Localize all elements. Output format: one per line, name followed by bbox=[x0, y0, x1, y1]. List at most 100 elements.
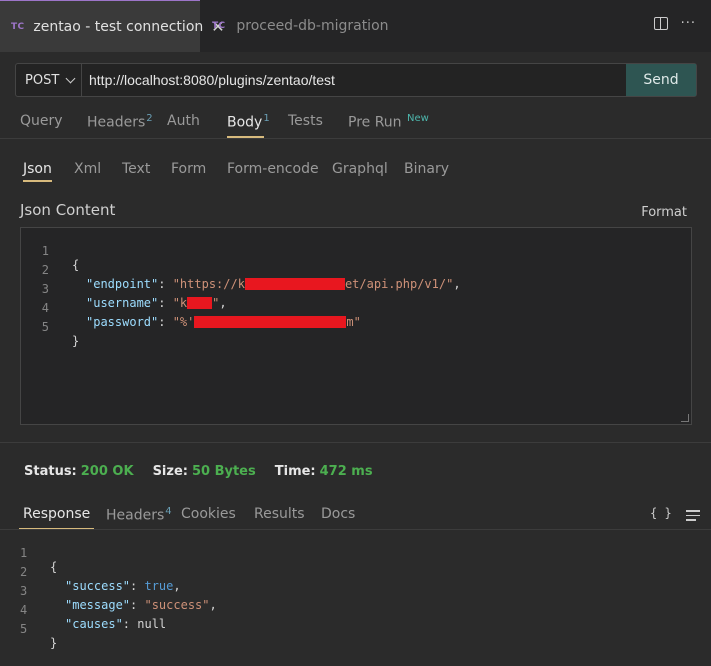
more-icon[interactable]: ··· bbox=[681, 17, 696, 30]
status-code: Status: 200 OK bbox=[24, 464, 134, 479]
code-text: "username": "k ", bbox=[86, 296, 227, 310]
code-line: 3 "username": "k ", bbox=[21, 268, 227, 310]
split-editor-icon[interactable] bbox=[653, 17, 668, 30]
tab-label: Cookies bbox=[181, 506, 236, 522]
divider bbox=[0, 138, 711, 139]
tab-label: Query bbox=[20, 113, 63, 129]
json-string: et/api.php/v1/" bbox=[344, 277, 454, 291]
code-line: 5 } bbox=[0, 608, 57, 650]
tab-tests[interactable]: Tests bbox=[288, 113, 323, 129]
tab-label: Headers bbox=[106, 507, 165, 524]
code-text: } bbox=[50, 636, 58, 650]
json-string: "success" bbox=[144, 598, 210, 612]
tab-label: Response bbox=[23, 506, 91, 522]
tab-count: 4 bbox=[165, 506, 172, 517]
code-text: "password": "%' m" bbox=[86, 315, 361, 329]
tab-pre-run[interactable]: Pre Run New bbox=[348, 113, 429, 131]
code-line: 1 { bbox=[0, 532, 57, 574]
code-line: 2 "success": true, bbox=[0, 551, 181, 593]
redaction-mark bbox=[187, 297, 213, 309]
tab-text[interactable]: Text bbox=[122, 161, 150, 177]
tab-label: Auth bbox=[167, 113, 200, 129]
tab-form[interactable]: Form bbox=[171, 161, 206, 177]
tab-label: Tests bbox=[288, 113, 323, 129]
tab-label: Results bbox=[254, 506, 305, 522]
code-line: 4 "causes": null bbox=[0, 589, 166, 631]
tab-auth[interactable]: Auth bbox=[167, 113, 200, 129]
tab-query[interactable]: Query bbox=[20, 113, 63, 129]
tab-label: Body bbox=[227, 114, 263, 131]
line-number: 5 bbox=[20, 622, 28, 636]
code-line: 1 { bbox=[21, 230, 79, 272]
editor-tab-bar: TC zentao - test connection ✕ TC proceed… bbox=[0, 0, 711, 52]
new-badge: New bbox=[407, 113, 429, 124]
tab-docs[interactable]: Docs bbox=[321, 506, 355, 522]
code-text: { bbox=[50, 560, 58, 574]
method-value: POST bbox=[25, 72, 60, 88]
tab-body[interactable]: Body1 bbox=[227, 113, 270, 138]
tab-form-encode[interactable]: Form-encode bbox=[227, 161, 319, 177]
line-number: 5 bbox=[41, 320, 49, 334]
tab-zentao-test-connection[interactable]: TC zentao - test connection ✕ bbox=[0, 0, 225, 52]
tab-count: 2 bbox=[146, 113, 153, 124]
time-label: Time: bbox=[274, 464, 316, 479]
tab-json[interactable]: Json bbox=[23, 161, 52, 182]
response-time: Time: 472 ms bbox=[275, 464, 373, 479]
redaction-mark bbox=[244, 278, 345, 290]
tab-results[interactable]: Results bbox=[254, 506, 305, 522]
code-line: 5 } bbox=[21, 306, 79, 348]
json-string: "k bbox=[172, 296, 188, 310]
method-select[interactable]: POST bbox=[16, 64, 82, 96]
tab-title: proceed-db-migration bbox=[236, 18, 389, 34]
json-string: " bbox=[212, 296, 220, 310]
word-wrap-icon[interactable] bbox=[686, 510, 700, 524]
code-line: 3 "message": "success", bbox=[0, 570, 217, 612]
tab-proceed-db-migration[interactable]: TC proceed-db-migration bbox=[200, 0, 389, 52]
code-text: "endpoint": "https://k et/api.php/v1/", bbox=[86, 277, 461, 291]
redaction-mark bbox=[194, 316, 347, 328]
json-string: "https://k bbox=[172, 277, 245, 291]
json-key: "message" bbox=[65, 598, 131, 612]
status-value: 200 OK bbox=[80, 464, 134, 479]
json-key: "password" bbox=[86, 315, 159, 329]
json-boolean: true bbox=[144, 579, 174, 593]
tab-response[interactable]: Response bbox=[18, 506, 95, 530]
response-status: Status: 200 OK Size: 50 Bytes Time: 472 ms bbox=[24, 464, 392, 479]
tab-count: 1 bbox=[263, 113, 270, 124]
tab-cookies[interactable]: Cookies bbox=[181, 506, 236, 522]
chevron-down-icon bbox=[65, 73, 76, 83]
json-string: m" bbox=[346, 315, 361, 329]
thunder-client-icon: TC bbox=[212, 21, 226, 31]
tab-label: Docs bbox=[321, 506, 356, 522]
code-line: 2 "endpoint": "https://k et/api.php/v1/", bbox=[21, 249, 461, 291]
status-label: Status: bbox=[24, 464, 77, 479]
tab-xml[interactable]: Xml bbox=[74, 161, 101, 177]
braces-icon[interactable]: { } bbox=[650, 506, 672, 520]
tab-headers[interactable]: Headers2 bbox=[87, 113, 153, 131]
code-text: } bbox=[72, 334, 80, 348]
format-button[interactable]: Format bbox=[641, 205, 687, 220]
json-key: "success" bbox=[65, 579, 131, 593]
code-line: 4 "password": "%' m" bbox=[21, 287, 361, 329]
resize-handle[interactable] bbox=[681, 414, 689, 422]
tab-binary[interactable]: Binary bbox=[404, 161, 449, 177]
json-editor[interactable]: 1 { 2 "endpoint": "https://k et/api.php/v… bbox=[20, 227, 692, 425]
tab-graphql[interactable]: Graphql bbox=[332, 161, 388, 177]
divider bbox=[0, 442, 711, 443]
tab-response-headers[interactable]: Headers4 bbox=[106, 506, 172, 524]
send-button[interactable]: Send bbox=[626, 64, 696, 96]
json-string: "%' bbox=[172, 315, 195, 329]
code-text: "success": true, bbox=[65, 579, 181, 593]
code-text: "causes": null bbox=[65, 617, 167, 631]
size-label: Size: bbox=[152, 464, 188, 479]
json-null: null bbox=[137, 617, 167, 631]
request-url-bar: POST http://localhost:8080/plugins/zenta… bbox=[15, 63, 697, 97]
response-body: 1 { 2 "success": true, 3 "message": "suc… bbox=[0, 530, 711, 666]
time-value: 472 ms bbox=[319, 464, 373, 479]
json-key: "causes" bbox=[65, 617, 123, 631]
tab-title: zentao - test connection bbox=[33, 18, 204, 35]
tab-label: Pre Run bbox=[348, 114, 402, 131]
tab-label: Headers bbox=[87, 114, 146, 131]
url-input[interactable]: http://localhost:8080/plugins/zentao/tes… bbox=[82, 64, 626, 96]
code-text: { bbox=[72, 258, 80, 272]
